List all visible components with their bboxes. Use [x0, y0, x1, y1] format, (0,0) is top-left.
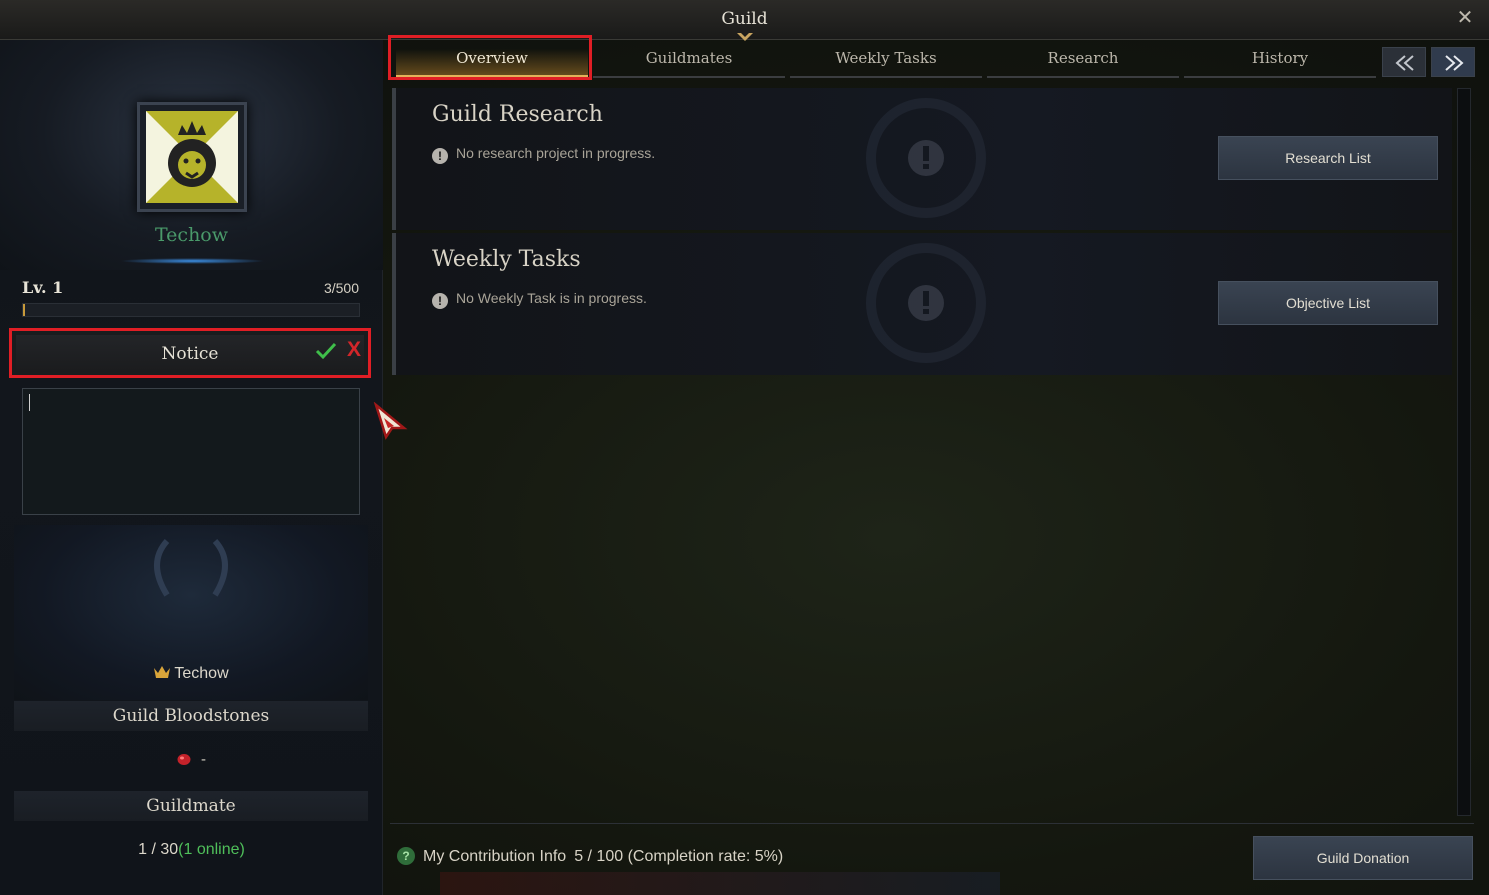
- bottom-divider: [390, 823, 1474, 824]
- notice-label: Notice: [161, 344, 219, 364]
- notice-header: Notice X: [9, 328, 371, 378]
- guild-research-status: ! No research project in progress.: [432, 145, 655, 164]
- guild-exp-bar: [22, 303, 360, 317]
- emblem-frame: [137, 102, 247, 212]
- contribution-label: My Contribution Info: [423, 848, 567, 865]
- notice-header-inner: Notice X: [16, 335, 364, 371]
- help-icon[interactable]: ?: [397, 847, 415, 865]
- tab-guildmates[interactable]: Guildmates: [593, 38, 785, 78]
- info-icon: !: [432, 148, 448, 164]
- tab-next-button[interactable]: [1431, 47, 1475, 77]
- background-hud: [440, 872, 1000, 895]
- text-caret: [29, 394, 30, 411]
- research-list-button[interactable]: Research List: [1218, 136, 1438, 180]
- name-glow: [120, 258, 265, 264]
- close-button[interactable]: ✕: [1453, 6, 1477, 30]
- guildmate-header: Guildmate: [14, 791, 368, 821]
- window-title: Guild: [721, 9, 768, 29]
- guild-donation-button[interactable]: Guild Donation: [1253, 836, 1473, 880]
- title-bar: Guild ✕: [0, 0, 1489, 41]
- lion-crown-emblem-icon: [146, 111, 238, 203]
- guild-master: Techow: [14, 665, 368, 683]
- objective-list-button[interactable]: Objective List: [1218, 281, 1438, 325]
- tab-weekly-tasks[interactable]: Weekly Tasks: [790, 38, 982, 78]
- tab-research[interactable]: Research: [987, 38, 1179, 78]
- info-icon: !: [432, 293, 448, 309]
- contribution-value: 5 / 100 (Completion rate: 5%): [574, 848, 784, 865]
- tab-history[interactable]: History: [1184, 38, 1376, 78]
- mouse-cursor-icon: [373, 402, 408, 440]
- tab-prev-button[interactable]: [1382, 47, 1426, 77]
- bloodstones-header: Guild Bloodstones: [14, 701, 368, 731]
- guild-exp-text: 3/500: [323, 280, 359, 296]
- contribution-info: ? My Contribution Info 5 / 100 (Completion…: [397, 847, 783, 866]
- double-chevron-right-icon: [1445, 55, 1464, 71]
- alert-emblem-icon: [866, 98, 986, 218]
- bloodstones-value: -: [201, 751, 206, 768]
- guild-research-title: Guild Research: [432, 102, 603, 127]
- guildmate-count: 1 / 30(1 online): [0, 841, 383, 859]
- alert-emblem-icon: [866, 243, 986, 363]
- guildmate-count-value: 1 / 30: [138, 841, 179, 858]
- weekly-tasks-status: ! No Weekly Task is in progress.: [432, 290, 647, 309]
- guildmate-online: (1 online): [178, 841, 245, 858]
- emblem-area: Techow: [0, 40, 383, 270]
- guild-research-status-text: No research project in progress.: [456, 145, 656, 161]
- guild-master-area: Techow: [14, 525, 368, 700]
- bloodstone-icon: [177, 754, 191, 765]
- guild-window: Guild ✕ Techow Lv. 1 3/500 Notice X Tech…: [0, 0, 1489, 895]
- guild-name: Techow: [154, 224, 229, 246]
- guild-info-panel: Techow Lv. 1 3/500 Notice X Techow Guild…: [0, 40, 383, 895]
- cancel-notice-button[interactable]: X: [343, 338, 365, 364]
- guild-level: Lv. 1: [22, 278, 64, 297]
- crown-icon: [154, 666, 171, 678]
- checkmark-icon[interactable]: [314, 339, 338, 363]
- weekly-tasks-title: Weekly Tasks: [432, 247, 581, 272]
- double-chevron-left-icon: [1395, 55, 1414, 71]
- guild-research-panel: Guild Research ! No research project in p…: [392, 88, 1452, 230]
- bloodstones-row: -: [0, 751, 383, 768]
- notice-input[interactable]: [22, 388, 360, 515]
- guild-exp-fill: [23, 304, 25, 316]
- weekly-tasks-status-text: No Weekly Task is in progress.: [456, 290, 647, 306]
- laurel-icon: [154, 538, 228, 597]
- weekly-tasks-panel: Weekly Tasks ! No Weekly Task is in progr…: [392, 233, 1452, 375]
- close-icon: ✕: [1456, 7, 1474, 29]
- tab-bar: Overview Guildmates Weekly Tasks Researc…: [390, 38, 1380, 78]
- content-scrollbar[interactable]: [1457, 88, 1471, 816]
- guild-master-name: Techow: [174, 665, 229, 682]
- tab-overview[interactable]: Overview: [396, 38, 588, 78]
